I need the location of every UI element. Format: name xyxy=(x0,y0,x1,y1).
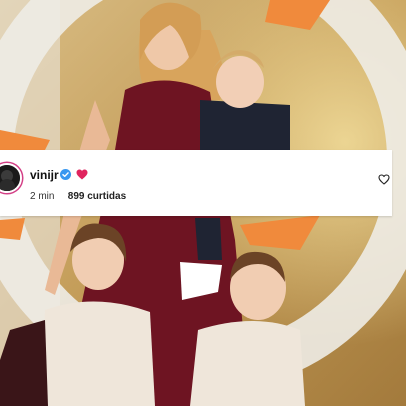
post-info-card: vinijr 2 min 899 curtidas xyxy=(0,150,392,216)
avatar[interactable] xyxy=(0,163,22,193)
heart-outline-icon[interactable] xyxy=(378,174,390,185)
post-meta: 2 min 899 curtidas xyxy=(30,191,126,202)
verified-badge-icon xyxy=(60,169,71,180)
username[interactable]: vinijr xyxy=(30,168,59,182)
heart-icon xyxy=(76,169,88,180)
post-time: 2 min xyxy=(30,191,55,202)
like-count[interactable]: 899 curtidas xyxy=(68,191,126,202)
avatar-image xyxy=(0,165,20,191)
